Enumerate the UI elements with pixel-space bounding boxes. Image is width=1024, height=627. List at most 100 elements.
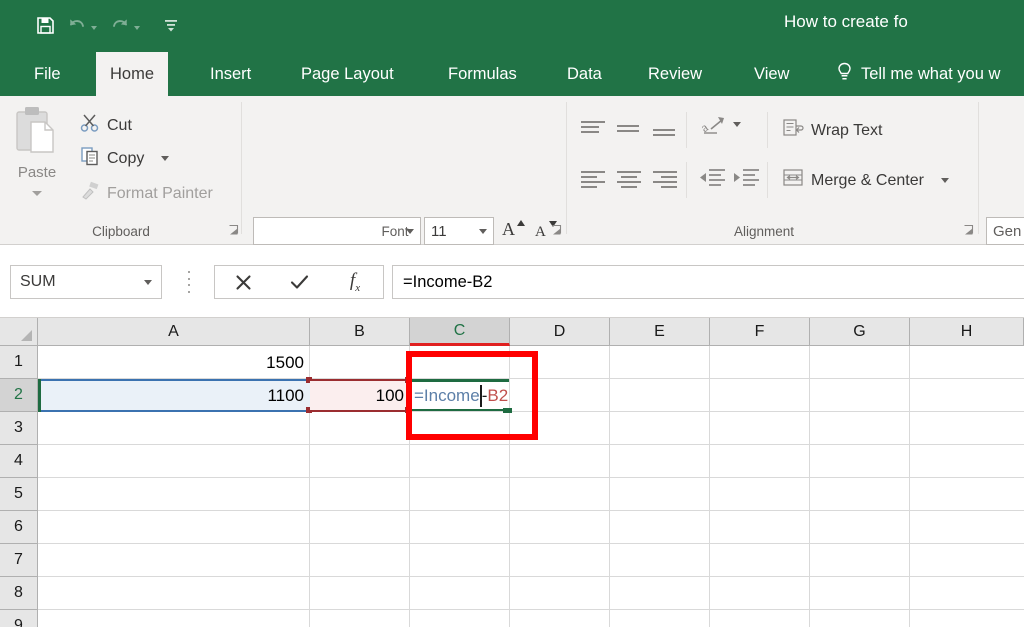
- orientation-dropdown-caret-icon[interactable]: [733, 122, 741, 127]
- cancel-icon[interactable]: [215, 266, 271, 298]
- decrease-indent-icon: [698, 166, 726, 195]
- cell-A1[interactable]: 1500: [38, 346, 308, 379]
- column-header-B[interactable]: B: [310, 318, 410, 346]
- wrap-text-icon: [782, 118, 804, 143]
- formula-bar-grip: [186, 271, 192, 293]
- grid-row-6: [38, 511, 1024, 544]
- row-header-1[interactable]: 1: [0, 346, 38, 379]
- cell-B2[interactable]: 100: [310, 379, 408, 412]
- row-header-7[interactable]: 7: [0, 544, 38, 577]
- align-subsep-4: [767, 162, 768, 198]
- redo-dropdown-caret-icon[interactable]: [134, 26, 140, 30]
- format-painter-icon: [80, 181, 100, 206]
- merge-center-label: Merge & Center: [811, 171, 924, 189]
- number-format-select[interactable]: Gen: [986, 217, 1024, 245]
- row-header-2[interactable]: 2: [0, 379, 38, 412]
- paste-button[interactable]: Paste: [6, 104, 68, 222]
- orientation-button[interactable]: a: [698, 113, 728, 144]
- save-icon[interactable]: [30, 10, 60, 40]
- name-box-caret-icon[interactable]: [144, 279, 152, 285]
- column-header-D[interactable]: D: [510, 318, 610, 346]
- grid-vline-D: [609, 346, 610, 627]
- row-header-5[interactable]: 5: [0, 478, 38, 511]
- grid-vline-C: [509, 346, 510, 627]
- paste-dropdown-caret-icon[interactable]: [32, 191, 42, 196]
- undo-icon[interactable]: [62, 10, 92, 40]
- tell-me-search[interactable]: Tell me what you w: [836, 52, 1000, 96]
- tab-page-layout[interactable]: Page Layout: [287, 52, 408, 96]
- redo-icon[interactable]: [105, 10, 135, 40]
- tab-review[interactable]: Review: [634, 52, 716, 96]
- increase-indent-icon: [732, 166, 760, 195]
- row-header-9[interactable]: 9: [0, 610, 38, 627]
- align-left-button[interactable]: [581, 168, 607, 192]
- formula-token-reference: B2: [487, 385, 509, 405]
- undo-dropdown-caret-icon[interactable]: [91, 26, 97, 30]
- column-header-E[interactable]: E: [610, 318, 710, 346]
- tab-formulas[interactable]: Formulas: [434, 52, 531, 96]
- decrease-indent-button[interactable]: [697, 166, 727, 194]
- excel-window: How to create fo File Home Insert Page L…: [0, 0, 1024, 627]
- formula-input-value: =Income-B2: [403, 272, 493, 291]
- copy-dropdown-caret-icon[interactable]: [161, 156, 170, 161]
- merge-center-button[interactable]: Merge & Center: [782, 168, 949, 193]
- formula-input[interactable]: =Income-B2: [392, 265, 1024, 299]
- grid-vline-F: [809, 346, 810, 627]
- format-painter-label: Format Painter: [107, 184, 213, 202]
- select-all-corner[interactable]: [0, 318, 38, 346]
- scissors-icon: [80, 113, 100, 138]
- cell-A2[interactable]: 1100: [38, 379, 308, 412]
- tab-view[interactable]: View: [740, 52, 803, 96]
- name-box[interactable]: SUM: [10, 265, 162, 299]
- row-header-4[interactable]: 4: [0, 445, 38, 478]
- tab-home[interactable]: Home: [96, 52, 169, 96]
- grid-row-7: [38, 544, 1024, 577]
- align-middle-button[interactable]: [617, 122, 643, 146]
- lightbulb-icon: [836, 62, 853, 86]
- confirm-check-icon[interactable]: [271, 266, 327, 298]
- increase-indent-button[interactable]: [731, 166, 761, 194]
- align-subsep-2: [767, 112, 768, 148]
- alignment-dialog-launcher[interactable]: [963, 224, 975, 236]
- row-header-3[interactable]: 3: [0, 412, 38, 445]
- row-header-8[interactable]: 8: [0, 577, 38, 610]
- tab-file[interactable]: File: [20, 52, 75, 96]
- tell-me-label: Tell me what you w: [861, 64, 1001, 83]
- align-subsep-3: [686, 162, 687, 198]
- copy-button[interactable]: Copy: [80, 146, 170, 171]
- align-top-button[interactable]: [581, 118, 607, 142]
- group-separator-1: [241, 102, 242, 234]
- ribbon-body: Paste Cut Copy Format Painter Clipboard …: [0, 96, 1024, 297]
- row-header-6[interactable]: 6: [0, 511, 38, 544]
- tab-insert[interactable]: Insert: [196, 52, 265, 96]
- customize-qat-icon[interactable]: [156, 10, 186, 40]
- clipboard-dialog-launcher[interactable]: [228, 224, 240, 236]
- insert-function-icon[interactable]: fx: [327, 266, 383, 298]
- align-center-button[interactable]: [617, 168, 643, 192]
- active-row-left-marker: [38, 379, 41, 412]
- wrap-text-label: Wrap Text: [811, 121, 883, 139]
- format-painter-button[interactable]: Format Painter: [80, 181, 213, 206]
- grid-row-8: [38, 577, 1024, 610]
- font-dialog-launcher[interactable]: [551, 224, 563, 236]
- column-header-A[interactable]: A: [38, 318, 310, 346]
- cell-C2-editor[interactable]: =Income - B2: [411, 379, 508, 412]
- align-right-button[interactable]: [653, 168, 679, 192]
- copy-label: Copy: [107, 149, 145, 167]
- grid-vline-G: [909, 346, 910, 627]
- align-bottom-button[interactable]: [653, 126, 679, 150]
- column-header-G[interactable]: G: [810, 318, 910, 346]
- tab-data[interactable]: Data: [553, 52, 616, 96]
- group-label-alignment: Alignment: [733, 224, 795, 239]
- column-header-C[interactable]: C: [410, 318, 510, 346]
- cut-button[interactable]: Cut: [80, 113, 132, 138]
- group-label-font: Font: [381, 224, 409, 239]
- text-orientation-icon: a: [698, 113, 727, 144]
- group-separator-2: [566, 102, 567, 234]
- wrap-text-button[interactable]: Wrap Text: [782, 118, 882, 143]
- grid-row-9: [38, 610, 1024, 627]
- merge-center-dropdown-caret-icon[interactable]: [940, 178, 949, 183]
- group-separator-3: [978, 102, 979, 234]
- column-header-F[interactable]: F: [710, 318, 810, 346]
- column-header-H[interactable]: H: [910, 318, 1024, 346]
